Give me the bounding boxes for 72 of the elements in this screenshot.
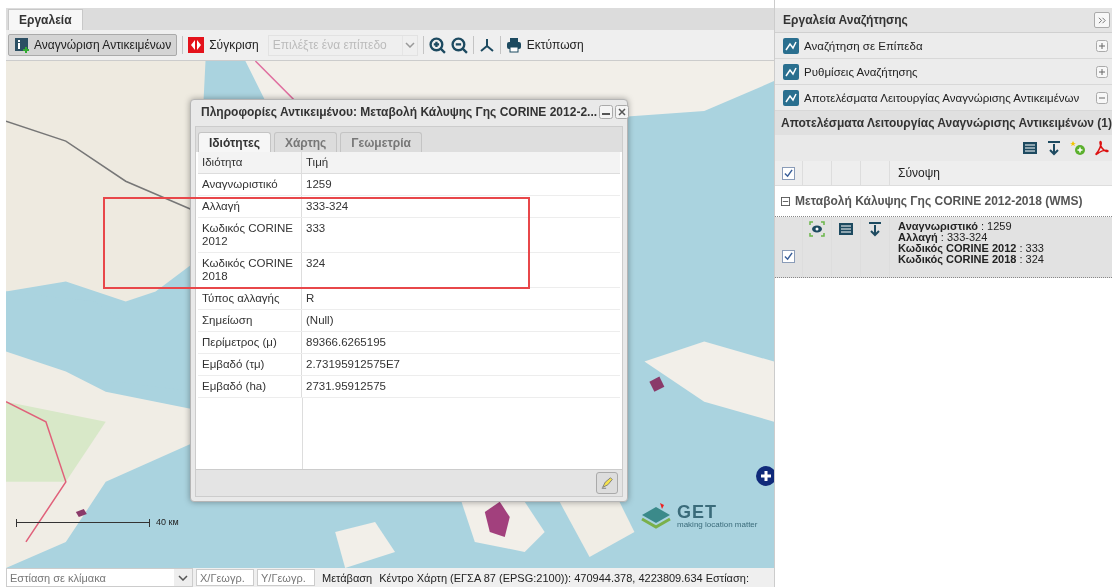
- compare-label[interactable]: Σύγκριση: [209, 38, 259, 52]
- map-area-patch[interactable]: [484, 501, 510, 537]
- identify-button[interactable]: Αναγνώριση Αντικειμένων: [8, 34, 178, 56]
- select-all-checkbox[interactable]: [782, 166, 796, 180]
- double-chevron-icon: [1097, 15, 1107, 25]
- chevron-down-icon: [404, 42, 415, 48]
- value-cell-text: 333-324: [305, 199, 350, 214]
- column-header: Σύνοψη: [897, 165, 941, 182]
- compare-icon[interactable]: [188, 37, 205, 53]
- property-cell: Εμβαδό (ha): [198, 376, 302, 397]
- print-label[interactable]: Εκτύπωση: [526, 38, 584, 52]
- pdf-icon[interactable]: [1094, 140, 1110, 156]
- tools-tab[interactable]: Εργαλεία: [8, 9, 83, 30]
- search-layer-icon: [783, 89, 800, 106]
- download-icon[interactable]: [867, 221, 884, 237]
- group-title[interactable]: Μεταβολή Κάλυψης Γης CORINE 2012-2018 (WMS): [795, 194, 1083, 208]
- expand-toggle-icon[interactable]: [1096, 65, 1108, 78]
- info-icon: [14, 37, 30, 53]
- expand-toggle-icon[interactable]: [1096, 91, 1108, 104]
- list-icon[interactable]: [1022, 140, 1038, 156]
- property-cell: Αλλαγή: [198, 196, 302, 217]
- zoom-out-icon[interactable]: [450, 36, 468, 54]
- dropdown-button[interactable]: [174, 569, 192, 586]
- summary-line: Κωδικός CORINE 2012 : 333: [898, 243, 1044, 254]
- column-header: Τιμή: [305, 155, 330, 170]
- window-title: Πληροφορίες Αντικειμένου: Μεταβολή Κάλυψης Γης CORINE 2012-2...: [201, 105, 598, 119]
- map-center-text: Κέντρο Χάρτη (ΕΓΣΑ 87 (EPSG:2100)): 470944.378, 4223809.634 Εστίαση:: [379, 571, 749, 584]
- panel-title: Εργαλεία Αναζήτησης: [783, 13, 909, 27]
- collapse-toggle-icon[interactable]: [781, 196, 791, 206]
- column-header: Ιδιότητα: [198, 152, 302, 173]
- value-cell-text: 2.73195912575E7: [305, 357, 401, 372]
- summary-line: Αναγνωριστικό : 1259: [898, 221, 1012, 232]
- scale-select[interactable]: Εστίαση σε κλίμακα: [6, 568, 193, 587]
- search-layer-icon: [783, 37, 800, 54]
- results-title: Αποτελέσματα Λειτουργίας Αναγνώρισης Αντικειμένων (1): [775, 111, 1112, 135]
- chevron-down-icon: [178, 574, 188, 581]
- expand-toggle-icon[interactable]: [1096, 39, 1108, 52]
- value-cell-text: R: [305, 291, 316, 306]
- printer-icon[interactable]: [505, 37, 522, 53]
- value-cell-text: 324: [305, 256, 327, 271]
- search-layer-icon: [783, 63, 800, 80]
- property-cell: Εμβαδό (τμ): [198, 354, 302, 375]
- logo-name: GET: [677, 503, 718, 521]
- value-cell-text: (Null): [305, 313, 335, 328]
- y-field[interactable]: Y/Γεωγρ.: [257, 569, 315, 586]
- axes-icon[interactable]: [478, 37, 495, 53]
- property-cell: Τύπος αλλαγής: [198, 288, 302, 309]
- value-cell-text: 333: [305, 221, 327, 236]
- list-icon[interactable]: [838, 221, 855, 237]
- window-tab[interactable]: Ιδιότητες: [198, 132, 271, 152]
- go-button[interactable]: Μετάβαση: [318, 571, 377, 584]
- scale-label: 40 км: [156, 517, 179, 527]
- summary-line: Κωδικός CORINE 2018 : 324: [898, 254, 1044, 265]
- zoom-in-icon[interactable]: [428, 36, 446, 54]
- close-icon[interactable]: [615, 105, 630, 119]
- property-cell: Σημείωση: [198, 310, 302, 331]
- value-cell-text: 1259: [305, 177, 333, 192]
- map-area-patch[interactable]: [649, 376, 665, 392]
- map-area-patch[interactable]: [75, 508, 87, 517]
- value-cell-text: 2731.95912575: [305, 379, 387, 394]
- x-field[interactable]: X/Γεωγρ.: [196, 569, 254, 586]
- eye-icon[interactable]: [809, 221, 826, 237]
- property-cell: Κωδικός CORINE 2012: [198, 218, 302, 252]
- row-checkbox[interactable]: [782, 249, 796, 263]
- collapse-button[interactable]: [1094, 12, 1110, 28]
- value-cell-text: 89366.6265195: [305, 335, 387, 350]
- minimize-icon[interactable]: [599, 105, 614, 119]
- logo-slogan: making location matter: [677, 521, 758, 529]
- summary-line: Αλλαγή : 333-324: [898, 232, 988, 243]
- download-icon[interactable]: [1046, 140, 1062, 156]
- property-cell: Αναγνωριστικό: [198, 174, 302, 195]
- property-cell: Περίμετρος (μ): [198, 332, 302, 353]
